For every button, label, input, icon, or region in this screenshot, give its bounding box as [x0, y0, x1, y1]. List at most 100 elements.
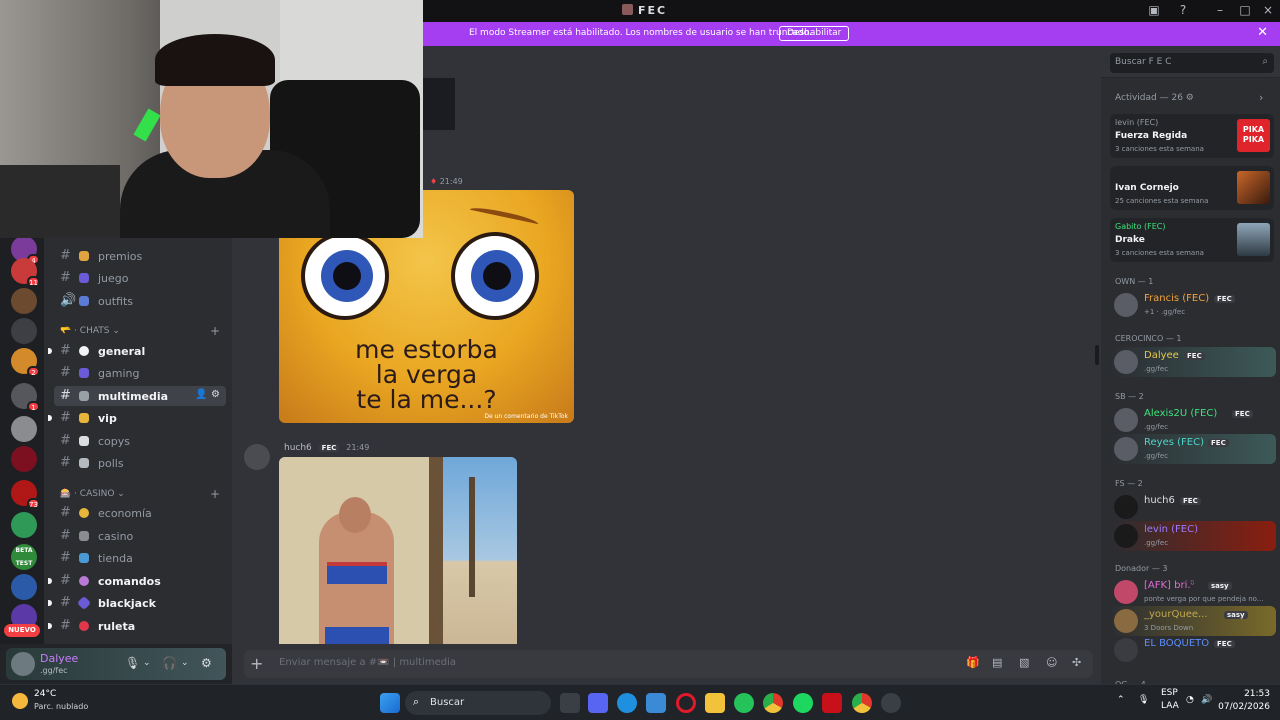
new-badge: NUEVO	[4, 624, 40, 637]
message-composer[interactable]: + Enviar mensaje a #📼 | multimedia 🎁 ▤ ▧…	[244, 650, 1093, 678]
chevron-down-icon[interactable]: ⌄	[143, 658, 151, 668]
chevron-down-icon[interactable]: ⌄	[181, 658, 189, 668]
gear-icon[interactable]: ⚙	[1186, 93, 1194, 103]
member-item[interactable]: Alexis2U (FEC) FEC .gg/fec	[1110, 405, 1276, 435]
beta-test-server-icon[interactable]: BETA TEST	[11, 544, 37, 570]
weather-icon[interactable]	[12, 693, 28, 709]
meme-eye-right	[451, 232, 539, 320]
windows-start-icon[interactable]	[380, 693, 400, 713]
user-card[interactable]: Dalyee .gg/fec 🎙 ⌄ 🎧 ⌄ ⚙	[6, 648, 226, 680]
microphone-icon[interactable]: 🎙	[125, 656, 140, 670]
server-icon[interactable]	[11, 574, 37, 600]
inbox-icon[interactable]: ▣	[1144, 3, 1164, 17]
add-channel-icon[interactable]: +	[210, 324, 220, 338]
chat-scrollbar[interactable]	[1095, 345, 1099, 365]
member-item[interactable]: levin (FEC) .gg/fec	[1110, 521, 1276, 551]
member-item[interactable]: Dalyee FEC .gg/fec	[1110, 347, 1276, 377]
channel-gaming[interactable]: # gaming	[54, 363, 226, 383]
channel-ruleta[interactable]: # ruleta	[54, 616, 226, 636]
help-icon[interactable]: ?	[1173, 3, 1193, 17]
channel-juego[interactable]: # juego	[54, 268, 226, 288]
apps-icon[interactable]: ✣	[1072, 656, 1081, 669]
netflix-icon[interactable]	[822, 693, 842, 713]
attach-plus-icon[interactable]: +	[250, 654, 263, 673]
server-icon[interactable]: 73	[11, 480, 40, 509]
channel-copys[interactable]: # copys	[54, 431, 226, 451]
channel-general[interactable]: # general	[54, 341, 226, 361]
server-icon[interactable]	[11, 512, 37, 538]
activity-card[interactable]: Gabito (FEC) Drake 3 canciones esta sema…	[1110, 218, 1274, 262]
mic-icon[interactable]: 🎙	[1138, 695, 1149, 705]
channel-vip[interactable]: # vip	[54, 408, 226, 428]
member-item[interactable]: Reyes (FEC) FEC .gg/fec	[1110, 434, 1276, 464]
task-view-icon[interactable]	[560, 693, 580, 713]
minimize-button[interactable]: –	[1210, 3, 1230, 17]
server-icon[interactable]: 1	[11, 383, 40, 412]
headphones-icon[interactable]: 🎧	[162, 656, 177, 670]
gif-icon[interactable]: ▤	[992, 656, 1002, 669]
close-window-button[interactable]: ×	[1258, 3, 1278, 17]
server-icon[interactable]	[11, 446, 37, 472]
server-icon[interactable]	[11, 318, 37, 344]
avatar[interactable]	[244, 444, 270, 470]
server-icon[interactable]	[11, 416, 37, 442]
channel-settings-icon[interactable]: 👤 ⚙	[195, 389, 220, 400]
member-item[interactable]: Francis (FEC) FEC +1 · .gg/fec	[1110, 290, 1276, 320]
opera-icon[interactable]	[676, 693, 696, 713]
message-time: 21:49	[346, 443, 370, 452]
message-author[interactable]: huch6	[284, 443, 312, 453]
spotify-icon[interactable]	[793, 693, 813, 713]
member-item[interactable]: EL BOQUETO FEC	[1110, 635, 1276, 665]
channel-blackjack[interactable]: # blackjack	[54, 593, 226, 613]
channel-polls[interactable]: # polls	[54, 453, 226, 473]
avatar[interactable]	[11, 652, 35, 676]
disable-streamer-button[interactable]: Deshabilitar	[779, 26, 850, 41]
chrome-icon[interactable]	[852, 693, 872, 713]
member-status: ponte verga por que pendeja no...	[1144, 595, 1264, 603]
close-icon[interactable]: ✕	[1257, 25, 1268, 40]
server-icon[interactable]	[11, 288, 37, 314]
discord-icon[interactable]	[588, 693, 608, 713]
search-box[interactable]: Buscar F E C ⌕	[1110, 53, 1274, 73]
lang-primary[interactable]: ESP	[1161, 688, 1178, 698]
system-clock[interactable]: 21:53 07/02/2026	[1210, 689, 1270, 712]
member-item[interactable]: _yourQuee... sasy 3 Doors Down	[1110, 606, 1276, 636]
guild-tag: FEC	[1214, 295, 1235, 303]
whatsapp-icon[interactable]	[734, 693, 754, 713]
photo-attachment[interactable]	[279, 457, 517, 644]
settings-gear-icon[interactable]: ⚙	[201, 656, 212, 670]
activity-card[interactable]: levin (FEC) Fuerza Regida 3 canciones es…	[1110, 114, 1274, 158]
app-icon[interactable]	[881, 693, 901, 713]
chevron-up-icon[interactable]: ⌃	[1117, 695, 1125, 705]
server-icon[interactable]: 2	[11, 348, 40, 377]
emoji-icon[interactable]: ☺	[1046, 656, 1057, 669]
edge-icon[interactable]	[617, 693, 637, 713]
server-icon[interactable]: 11	[11, 258, 40, 287]
store-icon[interactable]	[646, 693, 666, 713]
member-item[interactable]: huch6 FEC	[1110, 492, 1276, 522]
sticker-icon[interactable]: ▧	[1019, 656, 1029, 669]
channel-comandos[interactable]: # comandos	[54, 571, 226, 591]
channel-economia[interactable]: # economía	[54, 503, 226, 523]
channel-multimedia[interactable]: # multimedia 👤 ⚙	[54, 386, 226, 406]
weather-temp[interactable]: 24°C	[34, 689, 56, 699]
message-header: huch6 FEC 21:49	[284, 443, 369, 453]
category-chats[interactable]: 🫳 · CHATS ⌄ +	[60, 324, 220, 338]
taskbar-search[interactable]: ⌕ Buscar	[405, 691, 551, 715]
channel-premios[interactable]: # premios	[54, 246, 226, 266]
channel-casino[interactable]: # casino	[54, 526, 226, 546]
channel-outfits[interactable]: 🔊 outfits	[54, 291, 226, 311]
chevron-right-icon[interactable]: ›	[1259, 91, 1263, 104]
member-name: EL BOQUETO	[1144, 638, 1210, 649]
member-item[interactable]: [AFK] bri.ᵕ̈ sasy ponte verga por que pend…	[1110, 577, 1276, 607]
gift-icon[interactable]: 🎁	[966, 656, 980, 669]
add-channel-icon[interactable]: +	[210, 487, 220, 501]
chrome-icon[interactable]	[763, 693, 783, 713]
folder-icon[interactable]	[705, 693, 725, 713]
channel-tienda[interactable]: # tienda	[54, 548, 226, 568]
category-casino[interactable]: 🎰 · CASINO ⌄ +	[60, 487, 220, 501]
activity-card[interactable]: Ivan Cornejo 25 canciones esta semana	[1110, 166, 1274, 210]
previous-image[interactable]	[423, 78, 455, 130]
maximize-button[interactable]: □	[1235, 3, 1255, 17]
wifi-icon[interactable]: ◔	[1186, 695, 1194, 705]
